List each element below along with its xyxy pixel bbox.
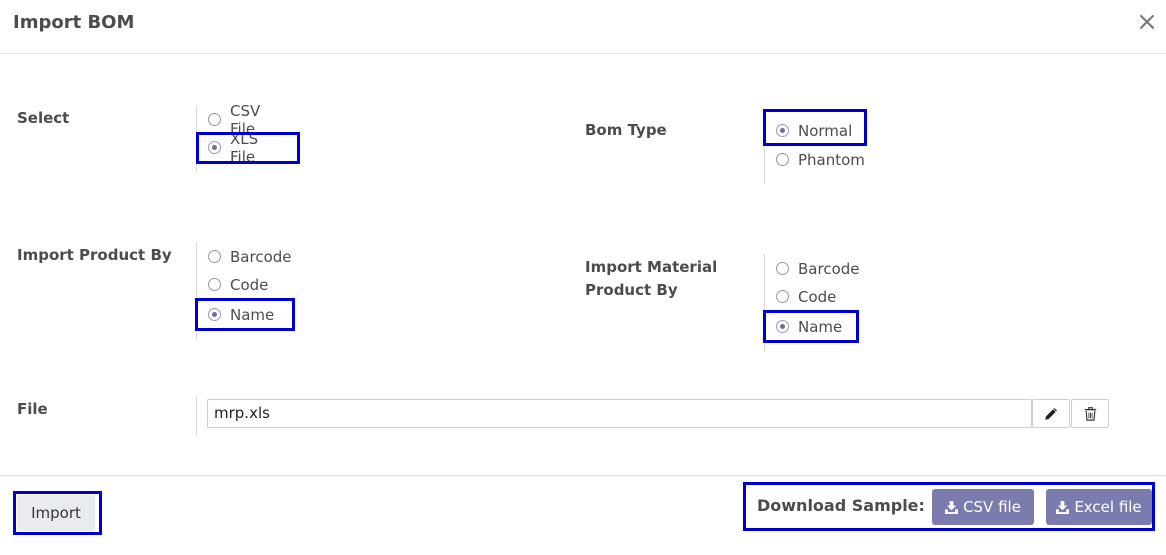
radio-button[interactable]: [776, 153, 789, 166]
file-field-divider: [196, 396, 197, 436]
radio-button[interactable]: [208, 250, 221, 263]
edit-file-button[interactable]: [1032, 399, 1070, 428]
file-name-field[interactable]: mrp.xls: [207, 399, 1032, 428]
highlight-box: [763, 109, 867, 146]
radio-phantom[interactable]: Phantom: [765, 145, 865, 174]
bom-type-label: Bom Type: [585, 121, 667, 139]
import-material-product-by-label: Import Material Product By: [585, 258, 718, 299]
radio-button[interactable]: [208, 113, 221, 126]
radio-button[interactable]: [776, 290, 789, 303]
file-label: File: [17, 400, 48, 418]
radio-button[interactable]: [776, 262, 789, 275]
highlight-box: [13, 491, 102, 535]
highlight-box: [743, 482, 1155, 531]
radio-product-barcode[interactable]: Barcode: [197, 242, 292, 271]
radio-material-code[interactable]: Code: [765, 282, 836, 311]
radio-button[interactable]: [208, 278, 221, 291]
radio-material-barcode[interactable]: Barcode: [765, 254, 860, 283]
import-product-by-label: Import Product By: [17, 246, 172, 264]
pencil-icon: [1045, 407, 1057, 420]
close-icon[interactable]: ×: [1136, 9, 1158, 35]
trash-icon: [1084, 406, 1096, 421]
select-label: Select: [17, 109, 70, 127]
dialog-header: Import BOM ×: [0, 0, 1166, 54]
highlight-box: [196, 132, 300, 164]
highlight-box: [195, 298, 295, 331]
highlight-box: [763, 310, 859, 343]
radio-product-code[interactable]: Code: [197, 270, 268, 299]
delete-file-button[interactable]: [1071, 399, 1109, 428]
dialog-title: Import BOM: [13, 12, 135, 33]
